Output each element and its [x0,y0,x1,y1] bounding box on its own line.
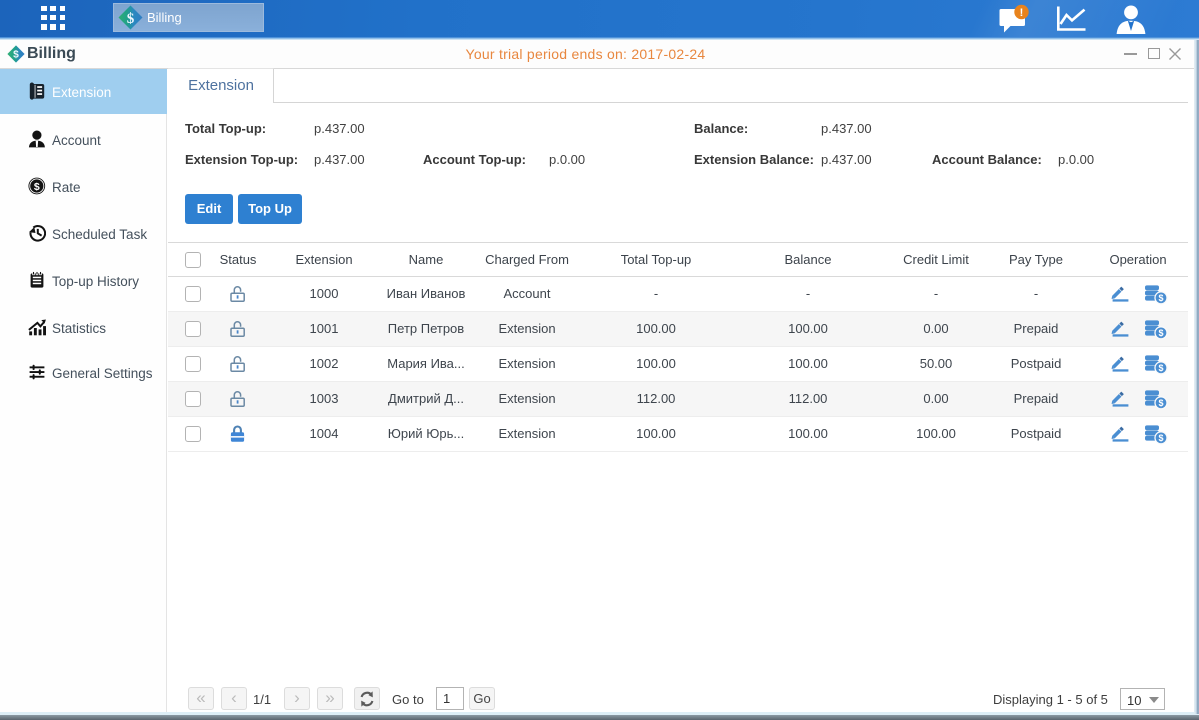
svg-text:$: $ [1158,363,1163,373]
svg-text:$: $ [1158,433,1163,443]
svg-text:$: $ [127,11,135,27]
svg-text:$: $ [1158,398,1163,408]
svg-text:$: $ [34,180,40,192]
svg-text:$: $ [1158,328,1163,338]
svg-text:$: $ [1158,293,1163,303]
svg-text:!: ! [1020,7,1024,19]
